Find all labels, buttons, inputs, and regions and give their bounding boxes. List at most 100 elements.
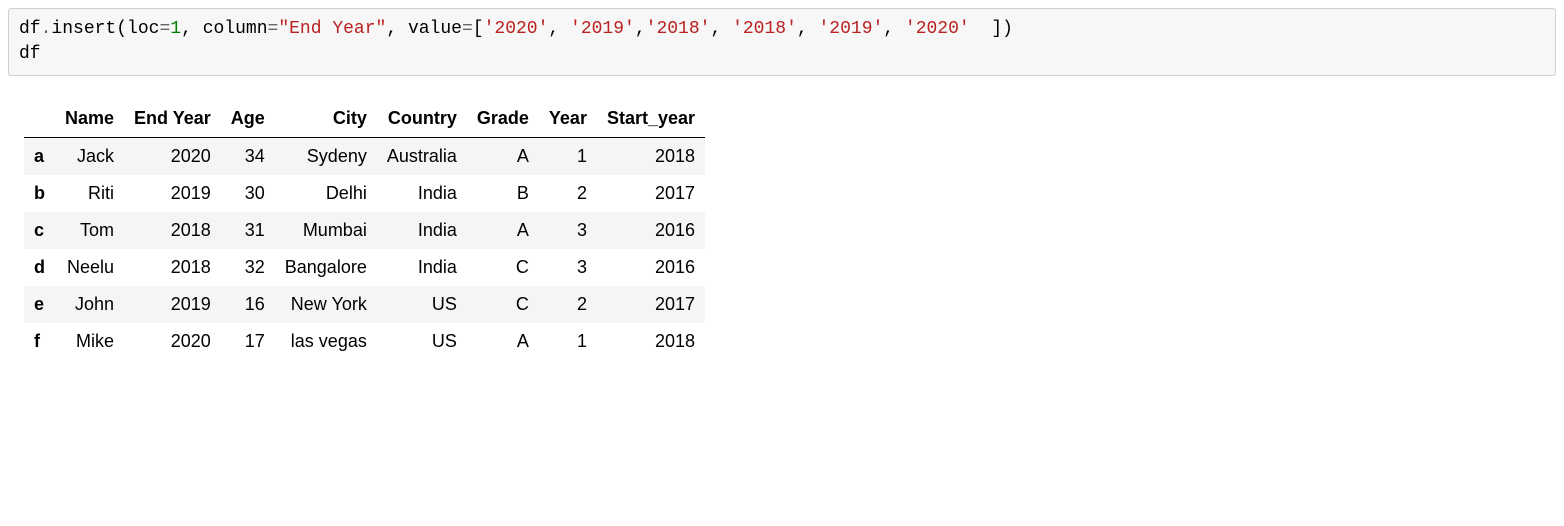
code-token: '2019' <box>818 19 883 39</box>
cell: 2019 <box>124 286 221 323</box>
code-token: '2020' <box>484 19 549 39</box>
cell: A <box>467 138 539 176</box>
code-token: = <box>268 19 279 39</box>
cell: 31 <box>221 212 275 249</box>
code-token: ] <box>991 19 1002 39</box>
cell: India <box>377 175 467 212</box>
code-token: insert <box>51 19 116 39</box>
code-token: , <box>883 19 905 39</box>
column-header: Name <box>55 100 124 138</box>
code-token: , <box>710 19 732 39</box>
cell: las vegas <box>275 323 377 360</box>
cell: C <box>467 286 539 323</box>
code-token: = <box>159 19 170 39</box>
cell: Mumbai <box>275 212 377 249</box>
cell: US <box>377 286 467 323</box>
dataframe-table: Name End Year Age City Country Grade Yea… <box>24 100 705 360</box>
code-token: , <box>635 19 646 39</box>
cell: 2017 <box>597 175 705 212</box>
row-index: c <box>24 212 55 249</box>
code-token: , <box>386 19 408 39</box>
table-row: f Mike 2020 17 las vegas US A 1 2018 <box>24 323 705 360</box>
cell: 2018 <box>124 212 221 249</box>
cell: India <box>377 212 467 249</box>
cell: Delhi <box>275 175 377 212</box>
cell: A <box>467 323 539 360</box>
code-token <box>970 19 992 39</box>
cell: 2018 <box>597 138 705 176</box>
row-index: b <box>24 175 55 212</box>
column-header: End Year <box>124 100 221 138</box>
cell: 1 <box>539 323 597 360</box>
code-token: 1 <box>170 19 181 39</box>
table-row: b Riti 2019 30 Delhi India B 2 2017 <box>24 175 705 212</box>
cell: 16 <box>221 286 275 323</box>
cell: 3 <box>539 249 597 286</box>
code-token: value <box>408 19 462 39</box>
code-token: . <box>41 19 52 39</box>
cell: 2019 <box>124 175 221 212</box>
column-header: Country <box>377 100 467 138</box>
cell: Australia <box>377 138 467 176</box>
table-row: e John 2019 16 New York US C 2 2017 <box>24 286 705 323</box>
code-token: df <box>19 44 41 64</box>
column-header: Grade <box>467 100 539 138</box>
code-token: = <box>462 19 473 39</box>
cell: 2 <box>539 286 597 323</box>
row-index: d <box>24 249 55 286</box>
column-header: Age <box>221 100 275 138</box>
cell: 2020 <box>124 138 221 176</box>
cell: Jack <box>55 138 124 176</box>
cell: Bangalore <box>275 249 377 286</box>
output-area: Name End Year Age City Country Grade Yea… <box>24 100 1556 360</box>
cell: Tom <box>55 212 124 249</box>
cell: John <box>55 286 124 323</box>
code-token: '2020' <box>905 19 970 39</box>
column-header: Year <box>539 100 597 138</box>
cell: A <box>467 212 539 249</box>
table-row: a Jack 2020 34 Sydeny Australia A 1 2018 <box>24 138 705 176</box>
code-token: "End Year" <box>278 19 386 39</box>
code-token: , <box>548 19 570 39</box>
code-token: ) <box>1002 19 1013 39</box>
cell: 2016 <box>597 249 705 286</box>
cell: 2 <box>539 175 597 212</box>
code-token: '2019' <box>570 19 635 39</box>
code-token: , <box>797 19 819 39</box>
cell: Mike <box>55 323 124 360</box>
row-index: f <box>24 323 55 360</box>
code-token: , <box>181 19 203 39</box>
cell: 2016 <box>597 212 705 249</box>
column-header: Start_year <box>597 100 705 138</box>
cell: 32 <box>221 249 275 286</box>
code-token: loc <box>127 19 159 39</box>
row-index: e <box>24 286 55 323</box>
cell: 30 <box>221 175 275 212</box>
code-token: ( <box>116 19 127 39</box>
cell: 2020 <box>124 323 221 360</box>
code-token: '2018' <box>732 19 797 39</box>
table-row: c Tom 2018 31 Mumbai India A 3 2016 <box>24 212 705 249</box>
cell: 2017 <box>597 286 705 323</box>
code-token: df <box>19 19 41 39</box>
cell: New York <box>275 286 377 323</box>
cell: 34 <box>221 138 275 176</box>
cell: Sydeny <box>275 138 377 176</box>
row-index: a <box>24 138 55 176</box>
index-header <box>24 100 55 138</box>
code-input-cell[interactable]: df.insert(loc=1, column="End Year", valu… <box>8 8 1556 76</box>
cell: B <box>467 175 539 212</box>
cell: US <box>377 323 467 360</box>
cell: C <box>467 249 539 286</box>
cell: Riti <box>55 175 124 212</box>
cell: 17 <box>221 323 275 360</box>
code-token: '2018' <box>646 19 711 39</box>
code-token: [ <box>473 19 484 39</box>
cell: India <box>377 249 467 286</box>
cell: 1 <box>539 138 597 176</box>
cell: 2018 <box>597 323 705 360</box>
cell: 2018 <box>124 249 221 286</box>
column-header: City <box>275 100 377 138</box>
cell: Neelu <box>55 249 124 286</box>
code-token: column <box>203 19 268 39</box>
